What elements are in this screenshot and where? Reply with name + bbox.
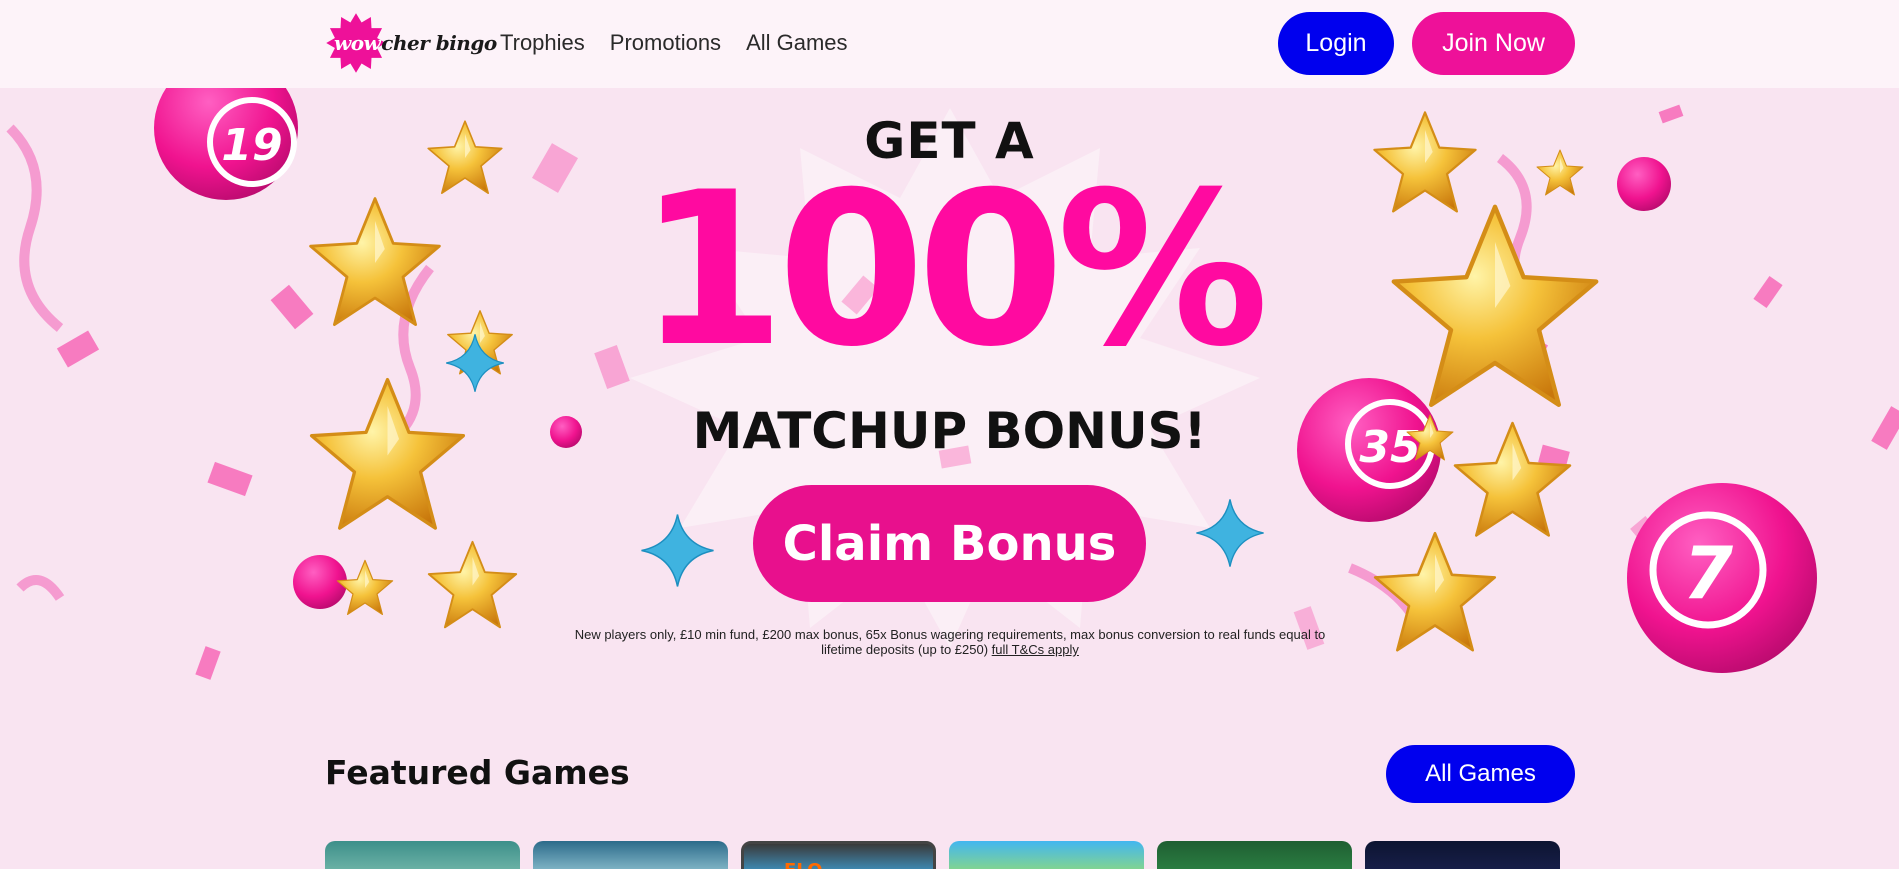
claim-bonus-button[interactable]: Claim Bonus xyxy=(753,485,1146,602)
bonus-terms: New players only, £10 min fund, £200 max… xyxy=(560,627,1340,657)
game-tile-title: FLO... xyxy=(784,860,843,869)
nav-item-trophies[interactable]: Trophies xyxy=(500,30,585,56)
featured-games-title: Featured Games xyxy=(325,753,630,792)
login-button[interactable]: Login xyxy=(1278,12,1394,75)
svg-text:7: 7 xyxy=(1683,531,1733,615)
all-games-button[interactable]: All Games xyxy=(1386,745,1575,803)
game-tile[interactable] xyxy=(949,841,1144,869)
join-now-button[interactable]: Join Now xyxy=(1412,12,1575,75)
game-tile[interactable] xyxy=(325,841,520,869)
main-nav: Trophies Promotions All Games xyxy=(500,30,848,56)
terms-link[interactable]: full T&Cs apply xyxy=(992,642,1079,657)
game-tile[interactable] xyxy=(1157,841,1352,869)
logo-text-wow: wow xyxy=(334,31,381,55)
terms-text: New players only, £10 min fund, £200 max… xyxy=(574,627,1326,657)
site-header: wow cher bingo Trophies Promotions All Ga… xyxy=(0,0,1899,88)
nav-item-all-games[interactable]: All Games xyxy=(746,30,847,56)
featured-games-list: FLO... xyxy=(325,841,1560,869)
bingo-ball-icon: 7 xyxy=(1627,483,1817,673)
game-tile[interactable]: FLO... xyxy=(741,841,936,869)
site-logo[interactable]: wow cher bingo xyxy=(325,12,497,74)
nav-item-promotions[interactable]: Promotions xyxy=(610,30,721,56)
game-tile[interactable] xyxy=(533,841,728,869)
game-tile[interactable] xyxy=(1365,841,1560,869)
logo-text-rest: cher bingo xyxy=(381,31,497,55)
hero-line-matchup: MATCHUP BONUS! xyxy=(692,402,1207,460)
hero-headline-percent: 100% xyxy=(638,146,1269,393)
